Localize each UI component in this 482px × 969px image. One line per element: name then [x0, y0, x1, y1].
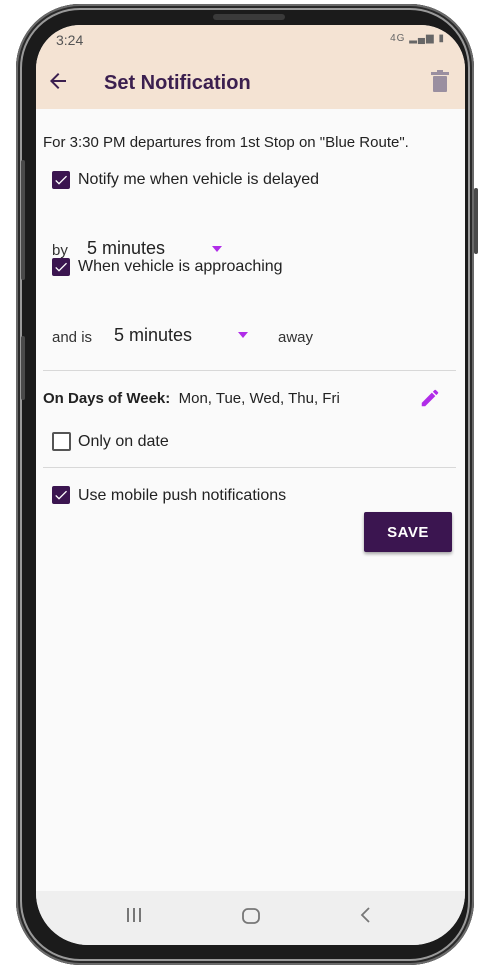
battery-icon: ▮ — [438, 33, 445, 44]
approach-checkbox[interactable] — [52, 258, 70, 276]
status-bar: 3:24 4G ▂▄▆ ▮ — [36, 25, 465, 55]
days-label: On Days of Week: — [43, 390, 171, 407]
volume-button — [21, 160, 25, 280]
only-date-label[interactable]: Only on date — [78, 433, 169, 451]
power-button — [474, 188, 478, 254]
edit-pencil-icon[interactable] — [419, 387, 441, 409]
network-label: 4G — [390, 33, 406, 44]
days-value: Mon, Tue, Wed, Thu, Fri — [178, 390, 340, 407]
save-button[interactable]: SAVE — [364, 512, 452, 552]
delay-checkbox[interactable] — [52, 171, 70, 189]
page-title: Set Notification — [104, 72, 251, 94]
approach-minutes-select[interactable]: 5 minutes — [114, 325, 192, 346]
away-label: away — [278, 329, 314, 346]
screen: 3:24 4G ▂▄▆ ▮ Set Notification For 3:30 … — [36, 25, 465, 945]
trash-icon[interactable] — [431, 70, 449, 92]
check-icon — [55, 262, 67, 272]
days-of-week: On Days of Week: Mon, Tue, Wed, Thu, Fri — [43, 390, 340, 407]
departure-description: For 3:30 PM departures from 1st Stop on … — [43, 134, 409, 151]
back-arrow-icon[interactable] — [46, 69, 70, 93]
and-is-label: and is — [52, 329, 93, 346]
delay-minutes-select[interactable]: 5 minutes — [87, 238, 165, 259]
status-time: 3:24 — [56, 32, 84, 48]
divider — [43, 370, 456, 371]
signal-icon: ▂▄▆ — [409, 33, 435, 44]
by-label: by — [52, 242, 68, 259]
check-icon — [55, 490, 67, 500]
delay-label[interactable]: Notify me when vehicle is delayed — [78, 171, 319, 189]
divider — [43, 467, 456, 468]
only-date-checkbox[interactable] — [52, 432, 71, 451]
check-icon — [55, 175, 67, 185]
delay-dropdown-icon[interactable] — [212, 246, 222, 252]
push-checkbox[interactable] — [52, 486, 70, 504]
approach-label[interactable]: When vehicle is approaching — [78, 258, 283, 276]
status-icons: 4G ▂▄▆ ▮ — [390, 33, 445, 44]
push-label[interactable]: Use mobile push notifications — [78, 487, 286, 505]
recents-icon[interactable] — [124, 905, 144, 925]
home-icon[interactable] — [240, 905, 262, 927]
approach-dropdown-icon[interactable] — [238, 332, 248, 338]
back-icon[interactable] — [358, 905, 374, 925]
earpiece-speaker — [213, 14, 285, 20]
app-bar: Set Notification — [36, 55, 465, 109]
system-nav-bar — [36, 891, 465, 945]
bixby-button — [21, 336, 25, 400]
